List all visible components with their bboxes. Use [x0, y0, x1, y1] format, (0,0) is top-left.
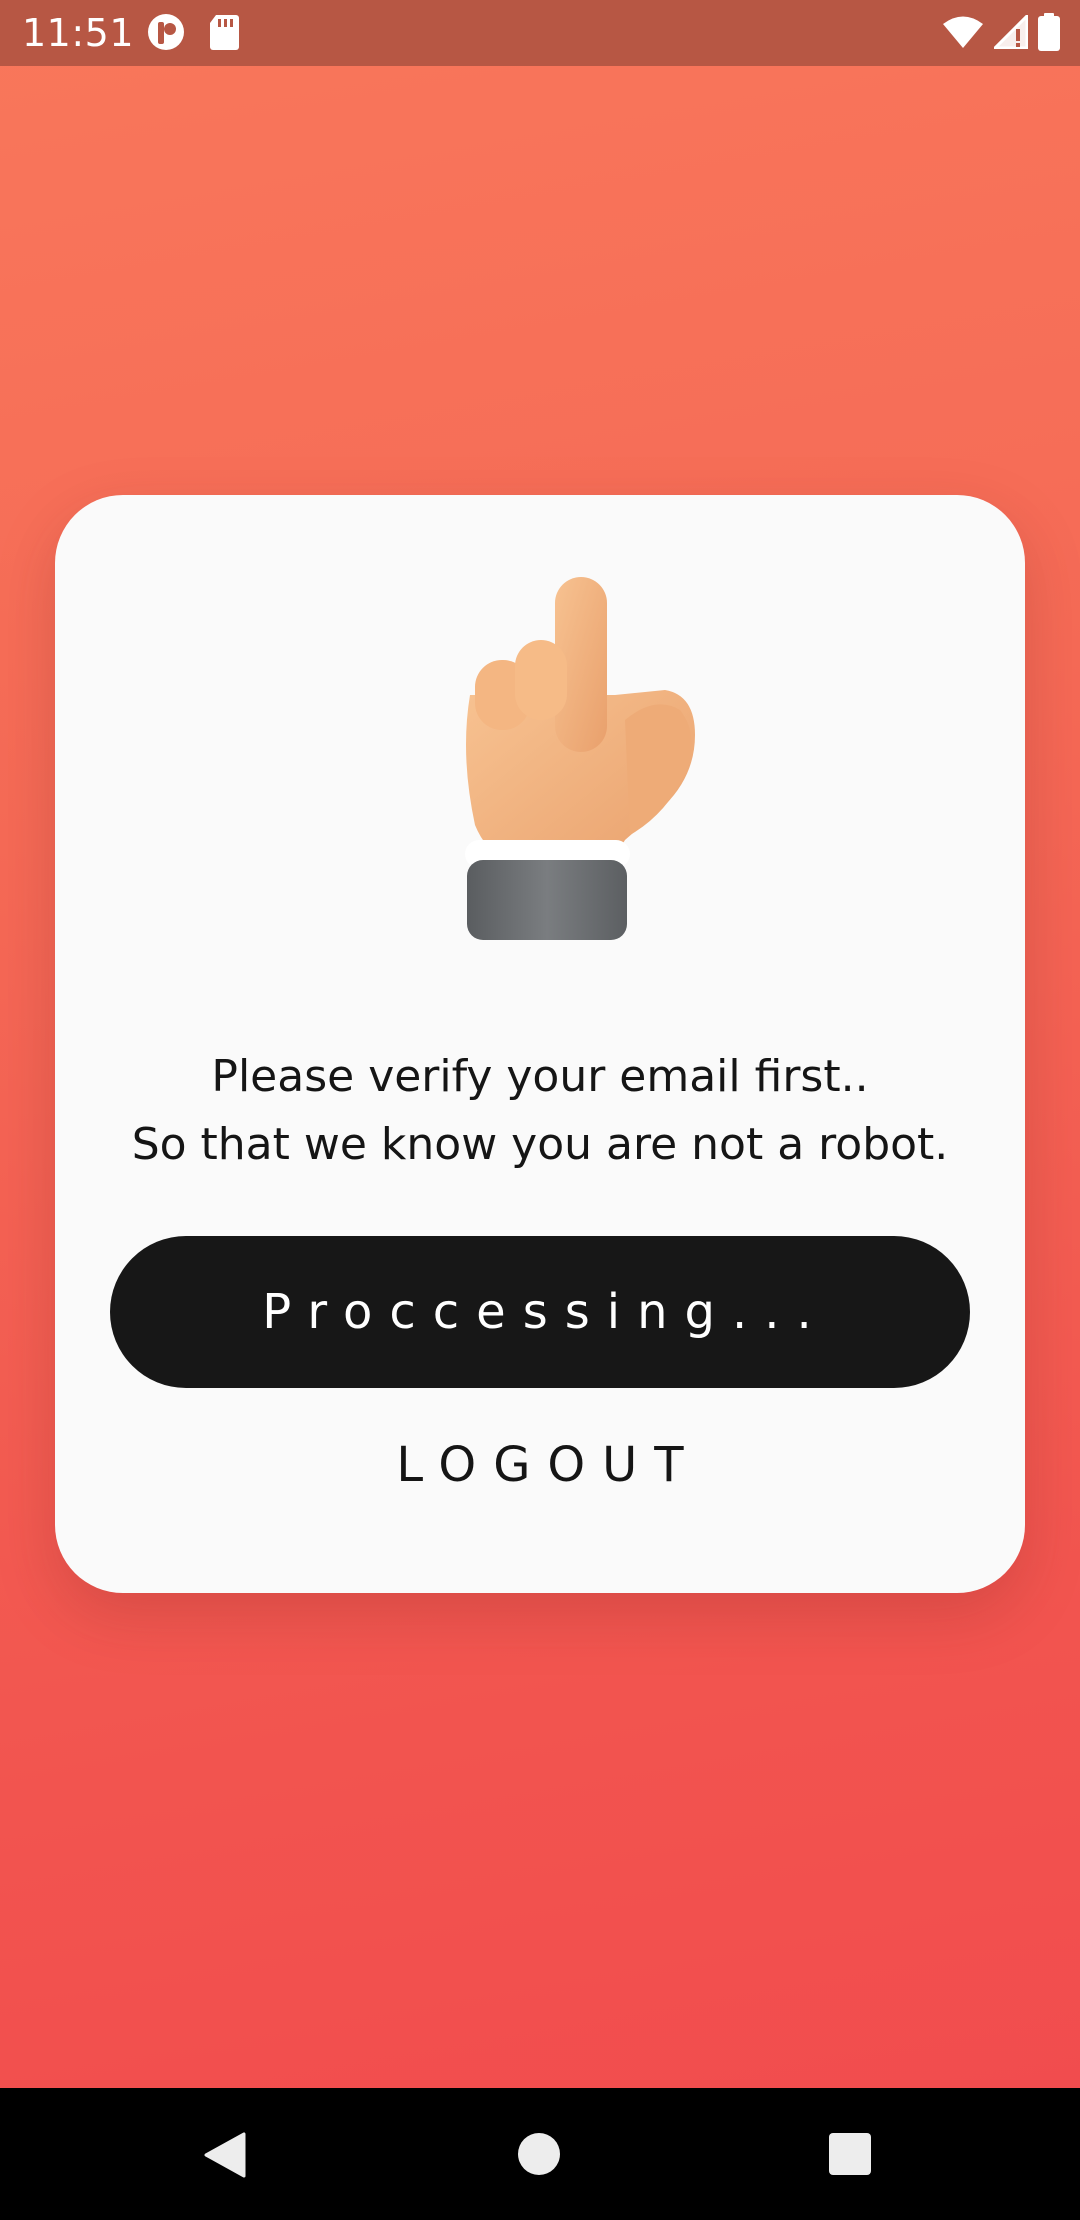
message-line-2: So that we know you are not a robot.: [131, 1119, 949, 1170]
battery-icon: [1038, 13, 1060, 55]
recents-icon[interactable]: [829, 2133, 871, 2175]
status-left-icons: [146, 14, 240, 54]
sd-card-icon: [208, 13, 240, 55]
home-icon[interactable]: [518, 2133, 560, 2175]
navigation-bar: [0, 2088, 1080, 2220]
verification-message: Please verify your email first.. So that…: [55, 1043, 1025, 1179]
status-right-icons: [942, 12, 1060, 55]
cellular-signal-icon: [991, 12, 1029, 53]
message-line-1: Please verify your email first..: [211, 1051, 869, 1102]
back-icon[interactable]: [204, 2132, 246, 2182]
processing-button[interactable]: Proccessing...: [110, 1236, 970, 1388]
wifi-icon: [942, 15, 984, 53]
verification-card: Please verify your email first.. So that…: [55, 495, 1025, 1593]
status-bar: 11:51: [0, 0, 1080, 66]
logout-button[interactable]: LOGOUT: [55, 1435, 1025, 1495]
pointing-hand-icon: [455, 575, 715, 955]
notification-app-icon: [146, 12, 186, 56]
status-time: 11:51: [22, 11, 135, 55]
